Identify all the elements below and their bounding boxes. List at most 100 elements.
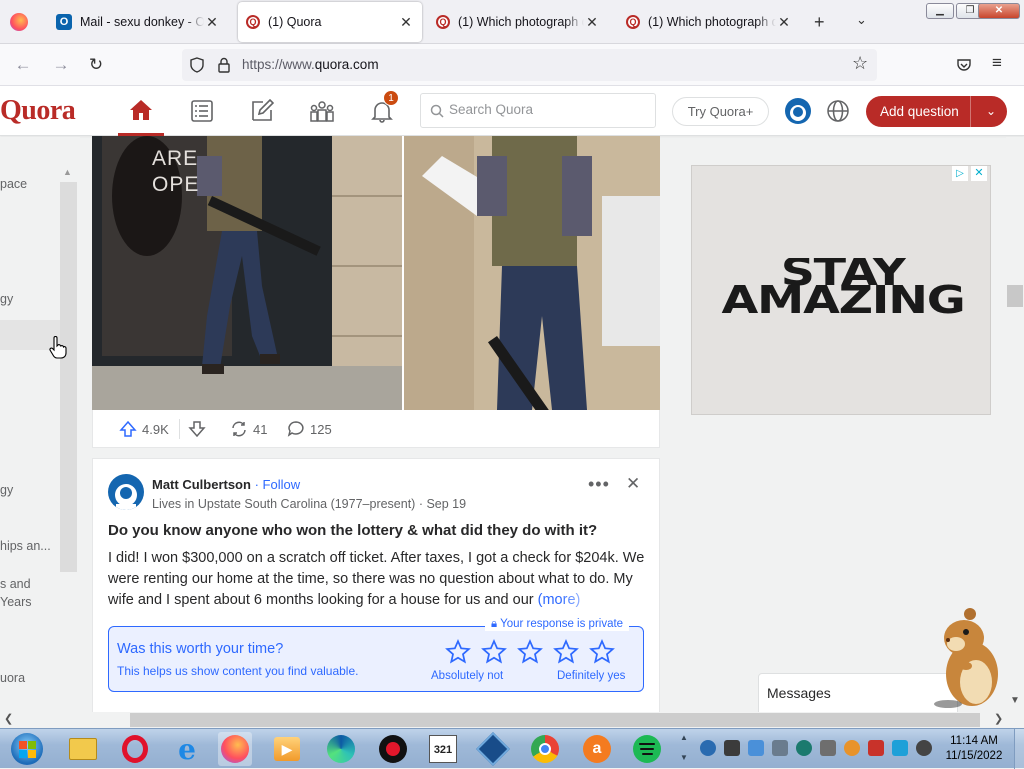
internet-explorer-icon[interactable]: e <box>170 732 204 766</box>
hamburger-menu-icon[interactable]: ≡ <box>992 53 1002 73</box>
close-tab-icon[interactable]: ✕ <box>204 14 220 31</box>
tray-app-2-icon[interactable] <box>724 740 740 756</box>
ad-close-icon[interactable]: ✕ <box>971 166 987 181</box>
firefox-icon[interactable] <box>218 732 252 766</box>
survey-title: Was this worth your time? <box>117 641 284 657</box>
globe-language-icon[interactable] <box>826 99 850 123</box>
tray-app-6-icon[interactable] <box>820 740 836 756</box>
sidebar-item[interactable]: gy <box>0 292 13 306</box>
record-app-icon[interactable] <box>376 732 410 766</box>
advertisement[interactable]: ▷ ✕ STAY AMAZING <box>691 165 991 415</box>
tracking-shield-icon[interactable] <box>189 57 205 73</box>
tray-network-icon[interactable] <box>892 740 908 756</box>
bookmark-star-icon[interactable]: ☆ <box>852 53 868 74</box>
scroll-left-icon[interactable]: ❮ <box>4 712 13 725</box>
forward-arrow-icon[interactable]: → <box>50 54 72 76</box>
tray-app-3-icon[interactable] <box>748 740 764 756</box>
sidebar-item[interactable]: uora <box>0 671 25 685</box>
sidebar-item[interactable]: gy <box>0 483 13 497</box>
profile-avatar[interactable] <box>785 98 811 124</box>
close-tab-icon[interactable]: ✕ <box>398 14 414 31</box>
question-title[interactable]: Do you know anyone who won the lottery &… <box>108 522 648 539</box>
lock-icon[interactable] <box>217 57 231 73</box>
scroll-right-icon[interactable]: ❯ <box>994 712 1003 725</box>
rating-star-5-icon[interactable] <box>589 639 615 665</box>
list-tabs-icon[interactable]: ⌄ <box>856 12 867 28</box>
page-vertical-scrollbar[interactable] <box>1006 137 1024 712</box>
rating-star-3-icon[interactable] <box>517 639 543 665</box>
add-question-button[interactable]: Add question ⌄ <box>866 96 1007 127</box>
author-name[interactable]: Matt Culbertson <box>152 477 251 492</box>
minimize-window-button[interactable]: ▁ <box>926 3 954 19</box>
tab-title: (1) Which photograph de <box>648 15 776 29</box>
follow-link[interactable]: Follow <box>263 477 301 492</box>
sidebar-item[interactable]: s and <box>0 577 31 591</box>
rating-star-4-icon[interactable] <box>553 639 579 665</box>
answer-nav-button[interactable] <box>239 86 285 136</box>
url-bar[interactable]: https://www.quora.com ☆ <box>182 49 877 81</box>
dismiss-icon[interactable]: ✕ <box>626 474 640 494</box>
share-button[interactable]: 41 <box>230 420 267 438</box>
rating-star-1-icon[interactable] <box>445 639 471 665</box>
firefox-menu-icon[interactable] <box>10 13 28 31</box>
rating-high-label: Definitely yes <box>557 670 626 682</box>
edge-icon[interactable] <box>324 732 358 766</box>
spotify-icon[interactable] <box>630 732 664 766</box>
tray-volume-icon[interactable] <box>916 740 932 756</box>
quora-logo[interactable]: Quora <box>0 95 76 127</box>
spaces-nav-button[interactable] <box>299 86 345 136</box>
scroll-down-icon[interactable]: ▼ <box>1010 695 1020 706</box>
windows-start-icon[interactable] <box>8 732 46 766</box>
chrome-icon[interactable] <box>528 732 562 766</box>
tray-app-4-icon[interactable] <box>772 740 788 756</box>
tab-mail[interactable]: O Mail - sexu donkey - Outl ✕ <box>48 2 228 42</box>
tray-app-7-icon[interactable] <box>844 740 860 756</box>
avast-icon[interactable]: a <box>580 732 614 766</box>
page-vertical-scroll-thumb[interactable] <box>1007 285 1023 307</box>
tab-photograph-2[interactable]: Q (1) Which photograph de ✕ <box>618 2 800 42</box>
tray-flag-icon[interactable] <box>868 740 884 756</box>
file-explorer-icon[interactable] <box>66 732 100 766</box>
chevron-down-icon[interactable]: ⌄ <box>978 96 1004 127</box>
comment-button[interactable]: 125 <box>287 420 332 438</box>
sidebar-item[interactable]: hips an... <box>0 539 51 553</box>
following-nav-button[interactable] <box>179 86 225 136</box>
close-tab-icon[interactable]: ✕ <box>776 14 792 31</box>
close-tab-icon[interactable]: ✕ <box>584 14 600 31</box>
new-tab-icon[interactable]: + <box>814 12 825 33</box>
sidebar-scroll-up-icon[interactable]: ▲ <box>63 167 72 177</box>
home-nav-button[interactable] <box>118 86 164 136</box>
desktop-pet-hamster[interactable] <box>926 604 1008 710</box>
author-avatar[interactable] <box>108 474 144 510</box>
page-horizontal-scroll-thumb[interactable] <box>130 713 980 727</box>
tray-app-1-icon[interactable] <box>700 740 716 756</box>
try-quora-plus-button[interactable]: Try Quora+ <box>672 97 769 126</box>
answer-photo[interactable]: ARE OPE <box>92 136 660 410</box>
sidebar-item[interactable]: pace <box>0 177 27 191</box>
virtualbox-icon[interactable] <box>476 732 510 766</box>
close-window-button[interactable]: ✕ <box>978 3 1020 19</box>
show-desktop-button[interactable] <box>1014 729 1024 769</box>
calendar-321-icon[interactable]: 321 <box>426 732 460 766</box>
url-text: https://www.quora.com <box>242 57 379 72</box>
search-input[interactable] <box>449 102 649 117</box>
search-box[interactable] <box>420 93 656 128</box>
sidebar-scrollbar[interactable] <box>60 182 77 572</box>
upvote-button[interactable]: 4.9K <box>119 420 169 438</box>
taskbar-clock[interactable]: 11:14 AM 11/15/2022 <box>936 734 1012 764</box>
opera-icon[interactable] <box>118 732 152 766</box>
downvote-button[interactable] <box>188 420 211 438</box>
rating-star-2-icon[interactable] <box>481 639 507 665</box>
media-player-icon[interactable]: ▶ <box>270 732 304 766</box>
share-icon <box>232 421 246 437</box>
tab-quora[interactable]: Q (1) Quora ✕ <box>238 2 422 42</box>
pocket-icon[interactable] <box>956 57 972 73</box>
tab-photograph-1[interactable]: Q (1) Which photograph de ✕ <box>428 2 608 42</box>
reload-icon[interactable]: ↻ <box>85 54 107 76</box>
tray-scroll-icon[interactable]: ▲ ▼ <box>680 733 688 763</box>
more-options-icon[interactable]: ••• <box>588 474 610 495</box>
adchoices-icon[interactable]: ▷ <box>952 166 968 181</box>
sidebar-item[interactable]: Years <box>0 595 32 609</box>
back-arrow-icon[interactable]: ← <box>12 54 34 76</box>
tray-app-5-icon[interactable] <box>796 740 812 756</box>
